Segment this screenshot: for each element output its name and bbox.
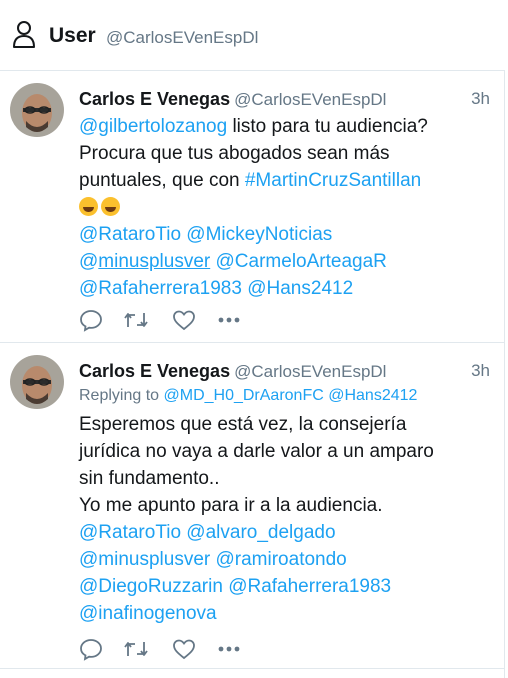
tweet-text-segment: sin fundamento.. (79, 468, 220, 489)
mention-link[interactable]: @RataroTio (79, 522, 181, 543)
tweet-line: @minusplusver @ramiroatondo (79, 546, 499, 573)
tweet-line: @gilbertolozanog listo para tu audiencia… (79, 113, 499, 140)
avatar[interactable] (10, 83, 64, 137)
user-icon (13, 21, 35, 48)
tweet-line: jurídica no vaya a darle valor a un ampa… (79, 438, 499, 465)
retweet-icon[interactable] (123, 308, 149, 337)
mention-link[interactable]: @gilbertolozanog (79, 116, 227, 137)
page-title: User (49, 24, 96, 47)
mention-link[interactable]: @CarmeloArteagaR (216, 251, 387, 272)
timestamp[interactable]: 3h (471, 361, 490, 381)
replying-to: Replying to @MD_H0_DrAaronFC @Hans2412 (79, 387, 417, 405)
tweet-line: puntuales, que con #MartinCruzSantillan (79, 167, 499, 194)
tweet-text-segment: listo para tu audiencia? (227, 116, 428, 137)
tweet-text: Esperemos que está vez, la consejería jur… (79, 411, 499, 627)
hashtag-link[interactable]: #MartinCruzSantillan (245, 170, 421, 191)
header-handle: @CarlosEVenEspDl (106, 28, 259, 47)
grinning-sweat-emoji (101, 197, 120, 216)
mention-link[interactable]: @Rafaherrera1983 (228, 576, 391, 597)
retweet-icon[interactable] (123, 637, 149, 666)
mention-link[interactable]: @Rafaherrera1983 (79, 278, 242, 299)
tweet-line: @RataroTio @alvaro_delgado (79, 519, 499, 546)
tweet-line: Esperemos que está vez, la consejería (79, 411, 499, 438)
tweet[interactable]: Carlos E Venegas @CarlosEVenEspDl 3h Repl… (0, 343, 504, 668)
tweet-text-segment: Procura que tus abogados sean más (79, 143, 390, 164)
avatar[interactable] (10, 355, 64, 409)
like-icon[interactable] (172, 308, 196, 337)
mention-link[interactable]: @inafinogenova (79, 603, 217, 624)
more-icon[interactable] (217, 310, 241, 335)
tweet-text-segment: Yo me apunto para ir a la audiencia. (79, 495, 383, 516)
column-border (504, 70, 505, 678)
reply-user-link[interactable]: @Hans2412 (328, 387, 417, 404)
tweet-meta: Carlos E Venegas @CarlosEVenEspDl 3h (79, 361, 490, 385)
tweet-text-segment: jurídica no vaya a darle valor a un ampa… (79, 441, 434, 462)
tweet-line: @inafinogenova (79, 600, 499, 627)
author-handle[interactable]: @CarlosEVenEspDl (234, 362, 386, 381)
mention-link[interactable]: @minusplusver (79, 549, 210, 570)
tweet-text-segment: Esperemos que está vez, la consejería (79, 414, 407, 435)
page-header: User @CarlosEVenEspDl (0, 0, 508, 70)
tweet[interactable]: Carlos E Venegas @CarlosEVenEspDl 3h @gil… (0, 71, 504, 342)
tweet-line: @RataroTio @MickeyNoticias (79, 221, 499, 248)
tweet-line: @minusplusver @CarmeloArteagaR (79, 248, 499, 275)
more-icon[interactable] (217, 639, 241, 664)
mention-link[interactable]: @alvaro_delgado (186, 522, 335, 543)
mention-link[interactable]: @ (79, 251, 98, 272)
tweet-line (79, 194, 499, 221)
mention-link[interactable]: @Hans2412 (247, 278, 353, 299)
author-handle[interactable]: @CarlosEVenEspDl (234, 90, 386, 109)
rolling-laughing-emoji (79, 197, 98, 216)
like-icon[interactable] (172, 637, 196, 666)
tweet-meta: Carlos E Venegas @CarlosEVenEspDl 3h (79, 89, 490, 113)
tweet-text-segment: puntuales, que con (79, 170, 245, 191)
mention-link[interactable]: @RataroTio (79, 224, 181, 245)
reply-icon[interactable] (79, 637, 103, 666)
mention-link[interactable]: minusplusver (98, 251, 210, 272)
replying-to-label: Replying to (79, 387, 160, 404)
mention-link[interactable]: @DiegoRuzzarin (79, 576, 223, 597)
reply-icon[interactable] (79, 308, 103, 337)
mention-link[interactable]: @MickeyNoticias (186, 224, 332, 245)
mention-link[interactable]: @ramiroatondo (216, 549, 347, 570)
tweet-line: @Rafaherrera1983 @Hans2412 (79, 275, 499, 302)
tweet-line: Procura que tus abogados sean más (79, 140, 499, 167)
tweet-line: sin fundamento.. (79, 465, 499, 492)
tweet-line: @DiegoRuzzarin @Rafaherrera1983 (79, 573, 499, 600)
reply-user-link[interactable]: @MD_H0_DrAaronFC (164, 387, 324, 404)
author-name[interactable]: Carlos E Venegas (79, 89, 230, 109)
author-name[interactable]: Carlos E Venegas (79, 361, 230, 381)
divider (0, 668, 504, 669)
timestamp[interactable]: 3h (471, 89, 490, 109)
tweet-line: Yo me apunto para ir a la audiencia. (79, 492, 499, 519)
tweet-text: @gilbertolozanog listo para tu audiencia… (79, 113, 499, 302)
